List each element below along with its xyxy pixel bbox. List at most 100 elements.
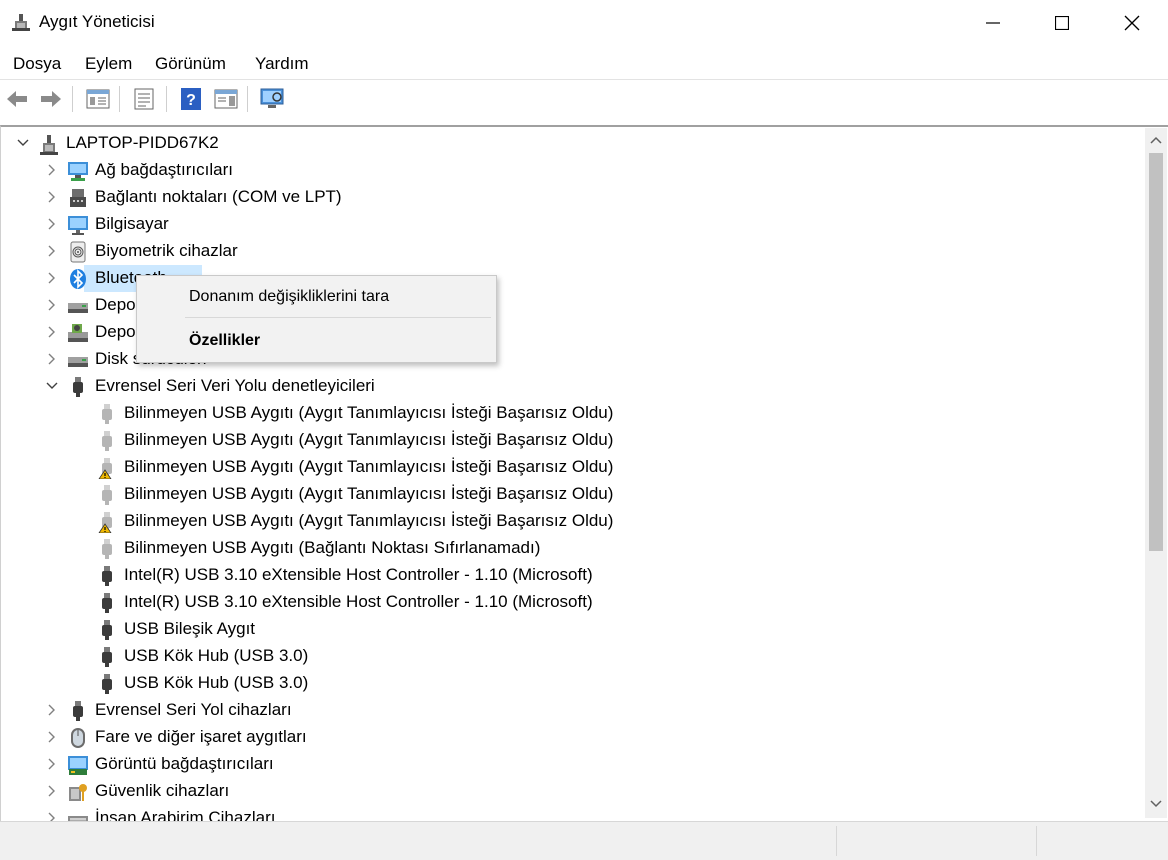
tree-item-label: USB Kök Hub (USB 3.0) — [124, 673, 309, 692]
context-menu: Donanım değişikliklerini tara Özellikler — [136, 275, 497, 363]
tree-device[interactable]: Bilinmeyen USB Aygıtı (Aygıt Tanımlayıcı… — [1, 427, 1136, 454]
chevron-right-icon[interactable] — [45, 703, 59, 717]
usb-warning-icon — [98, 458, 112, 479]
menu-bar: Dosya Eylem Görünüm Yardım — [0, 50, 1168, 78]
scan-hardware-button[interactable] — [259, 86, 285, 112]
tree-category[interactable]: Görüntü bağdaştırıcıları — [1, 751, 1136, 778]
chevron-right-icon[interactable] — [45, 325, 59, 339]
help-button[interactable]: ? — [178, 86, 204, 112]
scroll-down-icon[interactable] — [1150, 800, 1162, 808]
computer-icon — [68, 216, 88, 235]
network-icon — [68, 162, 88, 181]
chevron-right-icon[interactable] — [45, 271, 59, 285]
fingerprint-icon — [70, 241, 86, 263]
menu-action[interactable]: Eylem — [85, 54, 132, 74]
chevron-right-icon[interactable] — [45, 298, 59, 312]
close-button[interactable] — [1097, 0, 1167, 46]
usb-icon — [102, 674, 112, 694]
usb-icon — [102, 566, 112, 586]
tree-category[interactable]: Bilgisayar — [1, 211, 1136, 238]
tree-category[interactable]: Evrensel Seri Veri Yolu denetleyicileri — [1, 373, 1136, 400]
maximize-button[interactable] — [1027, 0, 1097, 46]
back-button[interactable] — [4, 86, 30, 112]
tree-item-label: Görüntü bağdaştırıcıları — [95, 754, 274, 773]
tree-device[interactable]: USB Bileşik Aygıt — [1, 616, 1136, 643]
disk-icon — [68, 357, 88, 367]
usb-icon — [102, 539, 112, 559]
chevron-right-icon[interactable] — [45, 163, 59, 177]
chevron-down-icon[interactable] — [45, 379, 59, 393]
properties-menu-item[interactable]: Özellikler — [189, 332, 260, 350]
tree-item-label: Bilinmeyen USB Aygıtı (Bağlantı Noktası … — [124, 538, 541, 557]
tree-item-label: Intel(R) USB 3.10 eXtensible Host Contro… — [124, 565, 593, 584]
tree-category[interactable]: Ağ bağdaştırıcıları — [1, 157, 1136, 184]
tree-category[interactable]: Güvenlik cihazları — [1, 778, 1136, 805]
chevron-right-icon[interactable] — [45, 352, 59, 366]
tree-category[interactable]: Evrensel Seri Yol cihazları — [1, 697, 1136, 724]
console-tree-icon — [86, 89, 110, 109]
status-divider — [836, 826, 837, 856]
toolbar: ? — [0, 80, 1168, 118]
status-divider — [1036, 826, 1037, 856]
chevron-right-icon[interactable] — [45, 190, 59, 204]
tree-item-label: Güvenlik cihazları — [95, 781, 230, 800]
tree-category[interactable]: Bağlantı noktaları (COM ve LPT) — [1, 184, 1136, 211]
chevron-down-icon[interactable] — [16, 136, 30, 150]
tree-item-label: Evrensel Seri Veri Yolu denetleyicileri — [95, 376, 375, 395]
toolbar-divider — [72, 86, 73, 112]
menu-view[interactable]: Görünüm — [155, 54, 226, 74]
tree-device[interactable]: Bilinmeyen USB Aygıtı (Bağlantı Noktası … — [1, 535, 1136, 562]
chevron-right-icon[interactable] — [45, 757, 59, 771]
vertical-scrollbar[interactable] — [1145, 128, 1167, 818]
tree-device[interactable]: Bilinmeyen USB Aygıtı (Aygıt Tanımlayıcı… — [1, 508, 1136, 535]
tree-category[interactable]: Fare ve diğer işaret aygıtları — [1, 724, 1136, 751]
storage-volume-icon — [68, 324, 88, 342]
scan-monitor-icon — [260, 88, 284, 108]
chevron-right-icon[interactable] — [45, 217, 59, 231]
tree-item-label: USB Bileşik Aygıt — [124, 619, 256, 638]
tree-device[interactable]: Intel(R) USB 3.10 eXtensible Host Contro… — [1, 589, 1136, 616]
window-title: Aygıt Yöneticisi — [39, 12, 155, 31]
scroll-thumb[interactable] — [1149, 153, 1163, 551]
tree-device[interactable]: Intel(R) USB 3.10 eXtensible Host Contro… — [1, 562, 1136, 589]
menu-help[interactable]: Yardım — [255, 54, 309, 74]
action-pane-button[interactable] — [213, 86, 239, 112]
tree-category[interactable]: Biyometrik cihazlar — [1, 238, 1136, 265]
device-tree[interactable]: LAPTOP-PIDD67K2 Ağ bağdaştırıcıları Bağlan… — [0, 125, 1168, 821]
tree-device[interactable]: USB Kök Hub (USB 3.0) — [1, 643, 1136, 670]
scan-hardware-menu-item[interactable]: Donanım değişikliklerini tara — [189, 288, 389, 306]
chevron-right-icon[interactable] — [45, 784, 59, 798]
help-icon: ? — [181, 88, 201, 110]
action-pane-icon — [214, 89, 238, 109]
tree-item-label: Evrensel Seri Yol cihazları — [95, 700, 292, 719]
tree-device[interactable]: Bilinmeyen USB Aygıtı (Aygıt Tanımlayıcı… — [1, 400, 1136, 427]
display-adapter-icon — [68, 756, 88, 775]
mouse-icon — [71, 728, 85, 748]
maximize-icon — [1055, 16, 1069, 30]
tree-item-label: İnsan Arabirim Cihazları — [95, 808, 276, 821]
tree-device[interactable]: Bilinmeyen USB Aygıtı (Aygıt Tanımlayıcı… — [1, 454, 1136, 481]
back-arrow-icon — [7, 91, 27, 107]
tree-item-label: Fare ve diğer işaret aygıtları — [95, 727, 307, 746]
chevron-right-icon[interactable] — [45, 244, 59, 258]
properties-button[interactable] — [131, 86, 157, 112]
forward-arrow-icon — [41, 91, 61, 107]
menu-file[interactable]: Dosya — [13, 54, 61, 74]
scroll-up-icon[interactable] — [1150, 136, 1162, 144]
tree-category[interactable]: İnsan Arabirim Cihazları — [1, 805, 1136, 821]
tree-device[interactable]: USB Kök Hub (USB 3.0) — [1, 670, 1136, 697]
minimize-button[interactable] — [958, 0, 1028, 46]
usb-icon — [102, 620, 112, 640]
title-bar: Aygıt Yöneticisi — [0, 0, 1168, 46]
usb-icon — [73, 701, 83, 721]
tree-device[interactable]: Bilinmeyen USB Aygıtı (Aygıt Tanımlayıcı… — [1, 481, 1136, 508]
chevron-right-icon[interactable] — [45, 730, 59, 744]
tree-item-label: Intel(R) USB 3.10 eXtensible Host Contro… — [124, 592, 593, 611]
tree-item-label: Bilinmeyen USB Aygıtı (Aygıt Tanımlayıcı… — [124, 430, 614, 449]
forward-button[interactable] — [38, 86, 64, 112]
chevron-right-icon[interactable] — [45, 811, 59, 821]
show-hide-tree-button[interactable] — [85, 86, 111, 112]
tree-root[interactable]: LAPTOP-PIDD67K2 — [1, 130, 1136, 157]
usb-warning-icon — [98, 512, 112, 533]
close-icon — [1124, 15, 1140, 31]
